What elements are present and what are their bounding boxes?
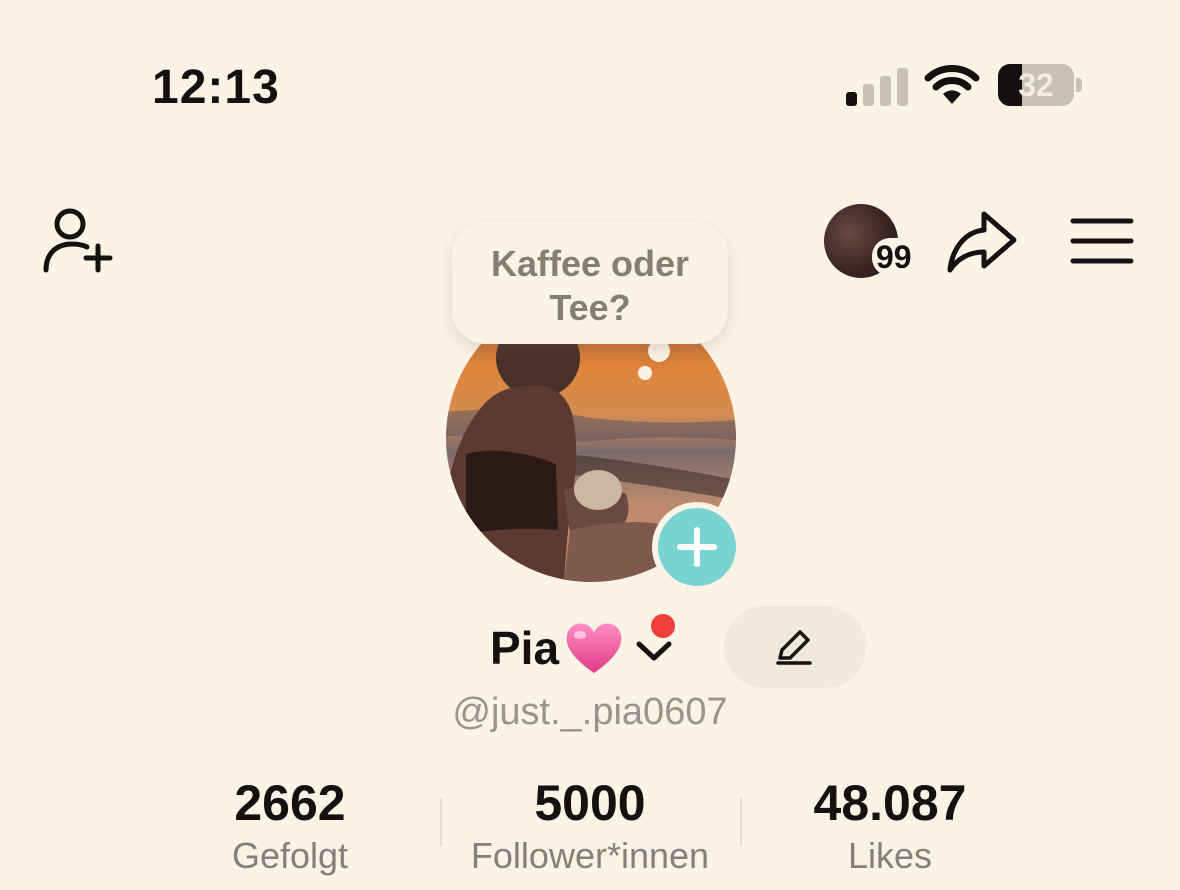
wifi-icon bbox=[924, 65, 980, 104]
profile-visitors-button[interactable]: 99 bbox=[824, 204, 924, 284]
note-text: Kaffee oder Tee? bbox=[490, 243, 690, 328]
account-switch-button[interactable] bbox=[631, 614, 677, 668]
heart-emoji-icon bbox=[566, 623, 622, 673]
battery-indicator: 32 bbox=[998, 64, 1084, 108]
share-icon[interactable] bbox=[944, 208, 1018, 274]
visitors-count-badge: 99 bbox=[872, 238, 916, 276]
username: @just._.pia0607 bbox=[452, 691, 728, 733]
stat-following[interactable]: 2662 Gefolgt bbox=[190, 772, 390, 878]
note-bubble-tail-dot bbox=[638, 366, 652, 380]
signal-icon bbox=[846, 68, 908, 106]
edit-profile-button[interactable] bbox=[724, 606, 866, 688]
note-bubble[interactable]: Kaffee oder Tee? bbox=[452, 222, 728, 344]
stat-following-value: 2662 bbox=[234, 775, 346, 831]
stat-followers[interactable]: 5000 Follower*innen bbox=[440, 772, 740, 878]
display-name: Pia bbox=[490, 622, 560, 674]
stat-following-label: Gefolgt bbox=[231, 835, 349, 876]
name-row: Pia bbox=[490, 612, 677, 684]
notification-dot bbox=[651, 614, 676, 638]
stat-likes[interactable]: 48.087 Likes bbox=[770, 772, 1010, 878]
battery-level-text: 32 bbox=[1018, 67, 1054, 103]
stats-divider bbox=[740, 798, 742, 846]
status-time: 12:13 bbox=[152, 61, 280, 114]
menu-icon[interactable] bbox=[1070, 216, 1134, 266]
stat-likes-value: 48.087 bbox=[813, 775, 967, 831]
pencil-icon bbox=[776, 630, 812, 665]
plus-icon bbox=[677, 527, 717, 567]
stat-likes-label: Likes bbox=[847, 835, 933, 876]
stat-followers-value: 5000 bbox=[534, 775, 646, 831]
add-story-button[interactable] bbox=[652, 502, 742, 592]
stat-followers-label: Follower*innen bbox=[470, 835, 710, 876]
add-friend-icon[interactable] bbox=[40, 206, 116, 276]
